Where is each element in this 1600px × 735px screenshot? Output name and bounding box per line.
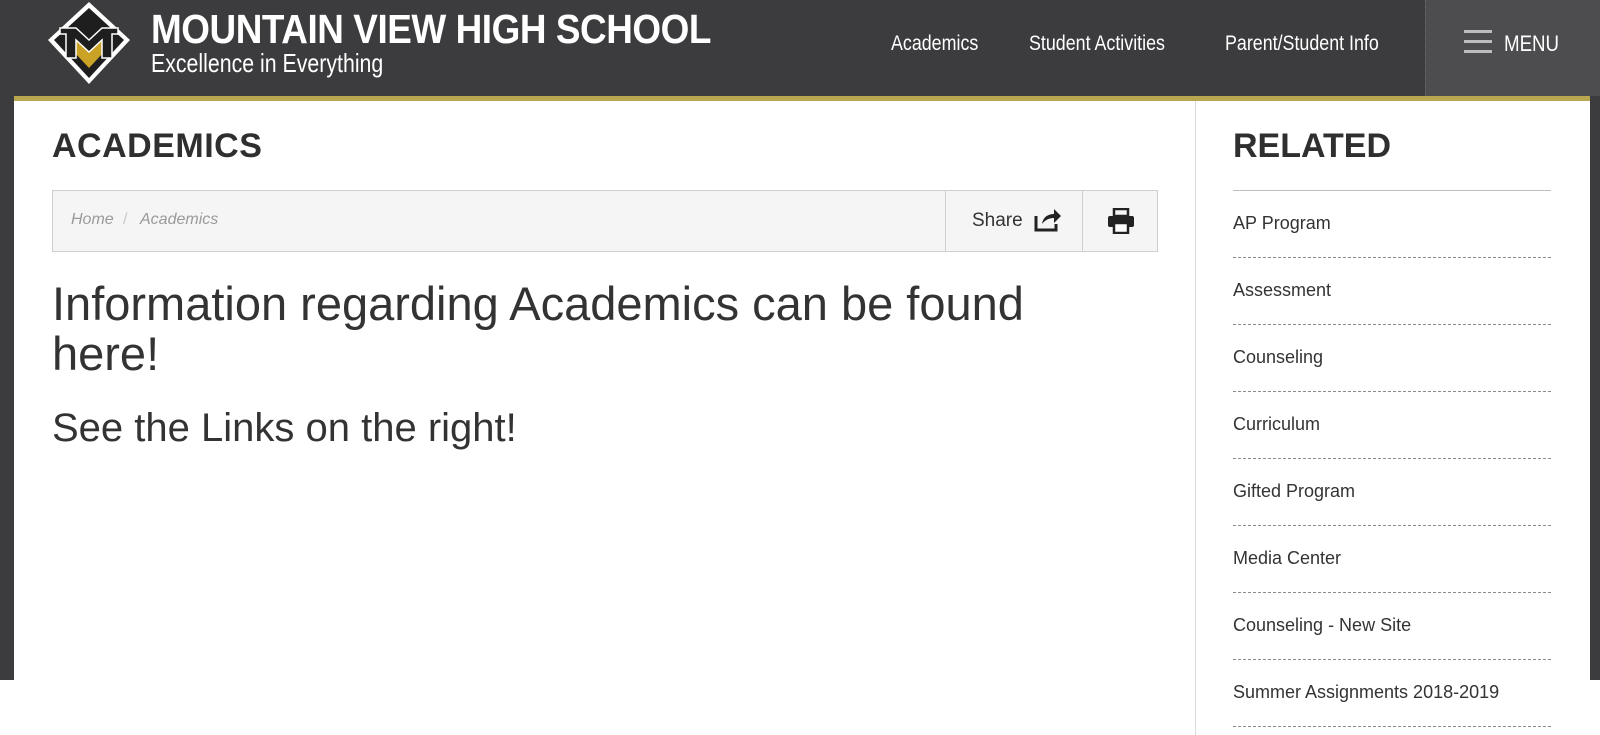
school-name[interactable]: MOUNTAIN VIEW HIGH SCHOOL <box>151 6 711 53</box>
related-link-label: Summer Assignments 2018-2019 <box>1233 682 1500 702</box>
column-divider <box>1195 101 1196 735</box>
related-link-summer-assignments[interactable]: Summer Assignments 2018-2019 <box>1233 660 1551 727</box>
menu-button[interactable]: MENU <box>1425 0 1600 96</box>
share-icon <box>1034 209 1061 232</box>
related-link-counseling-new-site[interactable]: Counseling - New Site <box>1233 593 1551 660</box>
related-link-label: Gifted Program <box>1233 481 1356 501</box>
print-icon <box>1108 208 1134 234</box>
share-button[interactable]: Share <box>945 191 1082 251</box>
nav-academics[interactable]: Academics <box>891 32 978 56</box>
related-link-label: Assessment <box>1233 280 1332 300</box>
related-link-label: Counseling - New Site <box>1233 615 1412 635</box>
related-link-curriculum[interactable]: Curriculum <box>1233 392 1551 459</box>
breadcrumb-home[interactable]: Home <box>71 211 114 229</box>
related-link-media-center[interactable]: Media Center <box>1233 526 1551 593</box>
intro-headline: Information regarding Academics can be f… <box>52 277 1024 380</box>
page-title: ACADEMICS <box>52 127 263 165</box>
related-link-label: Curriculum <box>1233 414 1321 434</box>
school-logo-icon[interactable] <box>46 0 132 86</box>
school-tagline: Excellence in Everything <box>151 48 384 78</box>
breadcrumb-current: Academics <box>140 211 219 228</box>
related-link-label: Counseling <box>1233 347 1324 367</box>
related-link-gifted-program[interactable]: Gifted Program <box>1233 459 1551 526</box>
share-label: Share <box>972 210 1023 231</box>
related-link-label: AP Program <box>1233 213 1331 233</box>
menu-label: MENU <box>1504 31 1560 56</box>
related-link-counseling[interactable]: Counseling <box>1233 325 1551 392</box>
intro-subline: See the Links on the right! <box>52 406 517 450</box>
nav-parent-student-info[interactable]: Parent/Student Info <box>1225 32 1379 56</box>
related-links: AP Program Assessment Counseling Curricu… <box>1233 191 1551 727</box>
related-title: RELATED <box>1233 127 1392 165</box>
main-content: ACADEMICS Home / Academics Share Informa… <box>14 101 1590 735</box>
page-toolbar: Home / Academics Share <box>52 190 1158 252</box>
related-link-assessment[interactable]: Assessment <box>1233 258 1551 325</box>
site-header: MOUNTAIN VIEW HIGH SCHOOL Excellence in … <box>0 0 1600 96</box>
nav-student-activities[interactable]: Student Activities <box>1029 32 1165 56</box>
breadcrumb-separator: / <box>123 211 128 228</box>
print-button[interactable] <box>1082 191 1157 251</box>
hamburger-icon <box>1464 30 1494 56</box>
related-link-ap-program[interactable]: AP Program <box>1233 191 1551 258</box>
related-link-label: Media Center <box>1233 548 1342 568</box>
